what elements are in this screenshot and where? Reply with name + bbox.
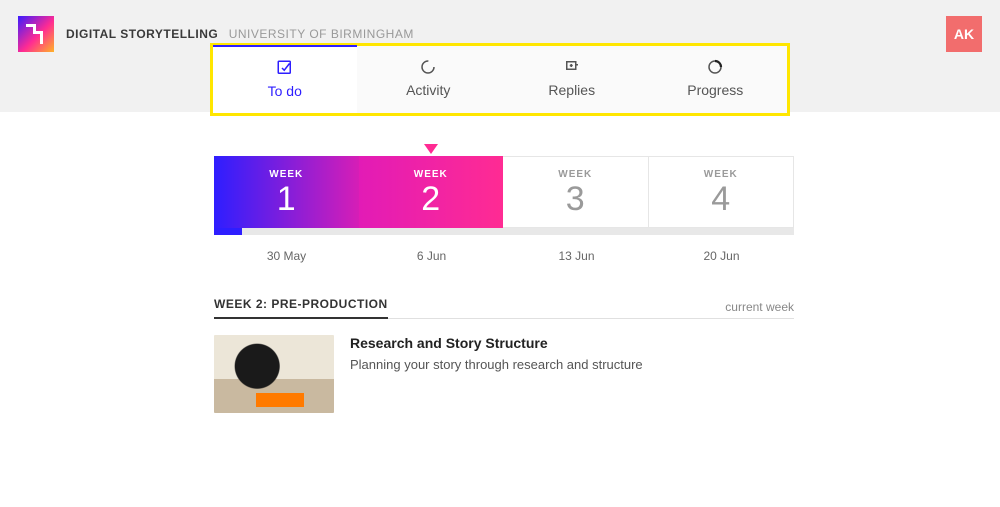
section-header: WEEK 2: PRE-PRODUCTION current week	[214, 297, 794, 319]
week-date: 6 Jun	[359, 249, 504, 263]
section-meta: current week	[725, 300, 794, 314]
week-number: 2	[359, 182, 504, 216]
week-date: 30 May	[214, 249, 359, 263]
main-content: WEEK 1 WEEK 2 WEEK 3 WEEK 4 30 May 6 Jun…	[214, 112, 794, 413]
week-card-3[interactable]: WEEK 3	[503, 156, 649, 228]
reply-plus-icon	[563, 58, 581, 76]
week-card-2[interactable]: WEEK 2	[359, 156, 504, 228]
tab-activity[interactable]: Activity	[357, 46, 501, 113]
week-date: 13 Jun	[504, 249, 649, 263]
spinner-icon	[419, 58, 437, 76]
week-card-1[interactable]: WEEK 1	[214, 156, 359, 228]
activity-title: Research and Story Structure	[350, 335, 643, 351]
week-number: 3	[503, 182, 648, 216]
tab-label: Replies	[548, 82, 595, 98]
activity-text: Research and Story Structure Planning yo…	[350, 335, 643, 413]
app-logo-icon[interactable]	[18, 16, 54, 52]
tab-replies[interactable]: Replies	[500, 46, 644, 113]
page-header: Digital Storytelling University of Birmi…	[0, 0, 1000, 112]
week-label: WEEK	[214, 169, 359, 180]
progress-ring-icon	[706, 58, 724, 76]
tab-label: Progress	[687, 82, 743, 98]
activity-item[interactable]: Research and Story Structure Planning yo…	[214, 335, 794, 413]
tab-label: To do	[268, 83, 302, 99]
week-number: 4	[649, 182, 794, 216]
tab-label: Activity	[406, 82, 450, 98]
dates-row: 30 May 6 Jun 13 Jun 20 Jun	[214, 249, 794, 263]
week-date: 20 Jun	[649, 249, 794, 263]
week-progress-bar	[214, 228, 794, 235]
user-avatar[interactable]: AK	[946, 16, 982, 52]
activity-thumbnail-icon	[214, 335, 334, 413]
tab-bar: To do Activity R	[213, 46, 787, 113]
week-progress-fill	[214, 228, 242, 235]
section-title: WEEK 2: PRE-PRODUCTION	[214, 297, 388, 319]
institution-name: University of Birmingham	[229, 27, 414, 41]
tabs-highlight-box: To do Activity R	[210, 43, 790, 116]
checkbox-icon	[276, 59, 294, 77]
week-number: 1	[214, 182, 359, 216]
week-label: WEEK	[503, 169, 648, 180]
course-title: Digital Storytelling	[66, 27, 218, 41]
course-heading: Digital Storytelling University of Birmi…	[66, 25, 414, 43]
tab-todo[interactable]: To do	[213, 45, 357, 113]
week-label: WEEK	[649, 169, 794, 180]
week-label: WEEK	[359, 169, 504, 180]
week-card-4[interactable]: WEEK 4	[649, 156, 795, 228]
weeks-row: WEEK 1 WEEK 2 WEEK 3 WEEK 4	[214, 156, 794, 228]
tab-progress[interactable]: Progress	[644, 46, 788, 113]
activity-description: Planning your story through research and…	[350, 357, 643, 372]
